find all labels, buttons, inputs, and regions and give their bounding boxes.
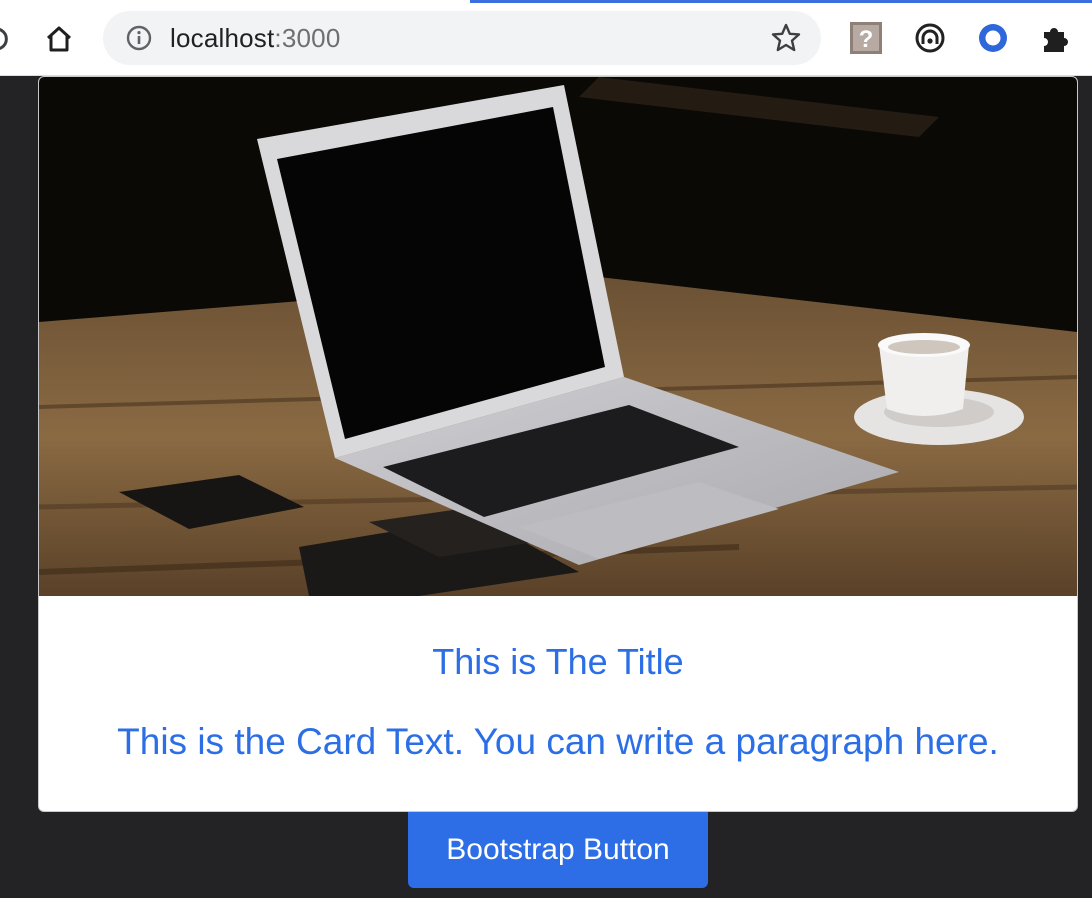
reader-extension-icon[interactable] xyxy=(912,20,948,56)
bootstrap-button[interactable]: Bootstrap Button xyxy=(408,812,708,888)
puzzle-icon[interactable] xyxy=(1038,20,1074,56)
browser-toolbar: localhost:3000 ? xyxy=(0,0,1092,76)
card-text: This is the Card Text. You can write a p… xyxy=(117,721,999,762)
url-host: localhost xyxy=(170,23,275,53)
card-image xyxy=(39,77,1077,596)
card-title: This is The Title xyxy=(432,641,684,682)
home-icon[interactable] xyxy=(43,23,75,55)
opera-extension-icon[interactable] xyxy=(975,20,1011,56)
info-icon[interactable] xyxy=(125,24,153,52)
address-bar[interactable]: localhost:3000 xyxy=(103,11,821,65)
card: This is The Title This is the Card Text.… xyxy=(38,76,1078,812)
reload-icon[interactable] xyxy=(0,26,12,52)
url-text[interactable]: localhost:3000 xyxy=(170,23,341,53)
help-extension-icon[interactable]: ? xyxy=(848,20,884,56)
url-port: :3000 xyxy=(274,23,341,53)
star-icon[interactable] xyxy=(770,22,802,54)
active-tab-edge xyxy=(470,0,1092,3)
svg-text:?: ? xyxy=(859,26,874,53)
